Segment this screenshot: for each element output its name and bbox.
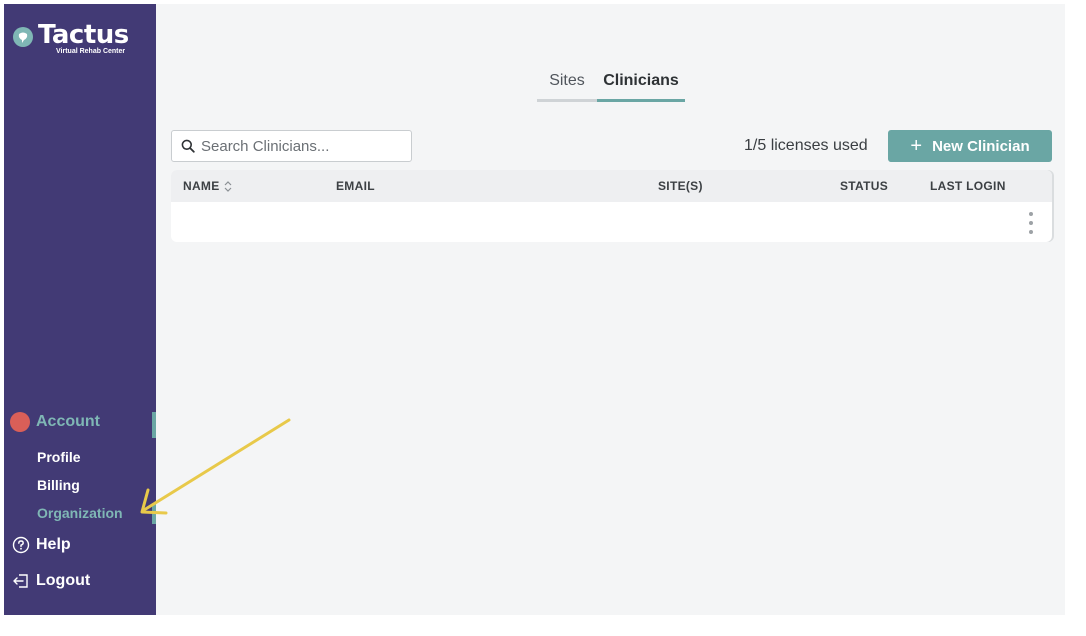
search-input[interactable]: [201, 137, 401, 155]
logout-label: Logout: [36, 572, 91, 589]
new-clinician-label: New Clinician: [932, 137, 1030, 155]
help-label: Help: [36, 536, 71, 553]
kebab-menu-icon[interactable]: [1026, 212, 1036, 234]
logout-icon: [13, 574, 28, 588]
sidebar-item-logout[interactable]: Logout: [12, 572, 90, 590]
column-header-sites: SITE(S): [658, 179, 703, 193]
tab-clinicians[interactable]: Clinicians: [597, 72, 685, 102]
new-clinician-button[interactable]: + New Clinician: [888, 130, 1052, 162]
search-box[interactable]: [171, 130, 412, 162]
column-header-status: STATUS: [840, 179, 889, 193]
table-row: [171, 202, 1052, 242]
licenses-used-text: 1/5 licenses used: [744, 137, 868, 154]
app-frame: Tactus Virtual Rehab Center Account Prof…: [4, 4, 1065, 615]
column-header-name[interactable]: NAME: [183, 179, 232, 193]
brand-subtitle: Virtual Rehab Center: [56, 48, 126, 55]
clinicians-table: NAME EMAIL SITE(S) STATUS LAST LOGIN: [171, 170, 1052, 242]
sidebar-item-help[interactable]: Help: [12, 536, 71, 554]
column-header-last-login: LAST LOGIN: [930, 179, 1006, 193]
sidebar-item-profile[interactable]: Profile: [37, 449, 81, 465]
brand-name: Tactus: [38, 20, 129, 50]
avatar: [10, 412, 30, 432]
column-header-email: EMAIL: [336, 179, 375, 193]
sidebar-item-organization[interactable]: Organization: [37, 505, 123, 521]
account-label: Account: [36, 413, 100, 430]
table-header: NAME EMAIL SITE(S) STATUS LAST LOGIN: [171, 170, 1052, 202]
search-icon: [181, 139, 195, 153]
plus-icon: +: [910, 135, 923, 157]
tab-bar: Sites Clinicians: [537, 72, 685, 102]
column-header-name-label: NAME: [183, 179, 220, 193]
sort-icon: [224, 180, 231, 192]
help-icon: [12, 536, 30, 554]
sidebar-item-account[interactable]: Account: [10, 412, 100, 432]
logo-icon: [13, 27, 33, 47]
annotation-arrow: [140, 418, 291, 515]
tab-sites[interactable]: Sites: [537, 72, 597, 102]
sidebar-item-billing[interactable]: Billing: [37, 477, 80, 493]
